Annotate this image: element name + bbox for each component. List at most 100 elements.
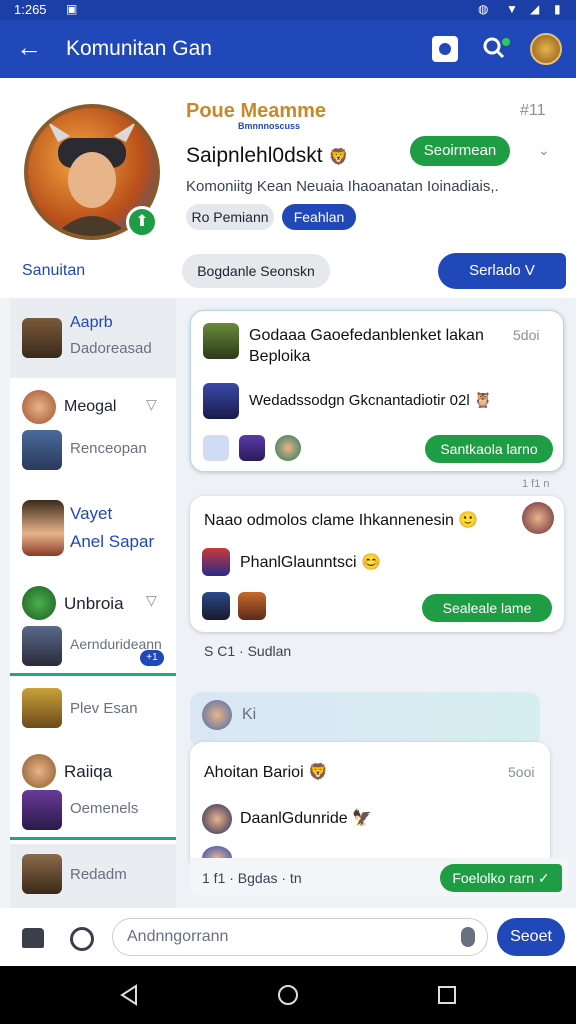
post-time: 5doi — [513, 327, 540, 343]
vibrate-icon: ◍ — [478, 2, 489, 16]
message-input-placeholder: Andnngorrann — [127, 928, 229, 945]
list-item-title: Plev Esan — [70, 700, 138, 717]
profile-chip-blue[interactable]: Feahlan — [282, 204, 356, 230]
follow-button[interactable]: Seoirmean — [410, 136, 510, 166]
list-item-avatar — [22, 500, 64, 556]
list-item-avatar — [22, 854, 62, 894]
post-card[interactable]: Godaaa Gaoefedanblenket lakan Beploika 5… — [190, 310, 564, 472]
conversation-list: Aaprb Dadoreasad Meogal ▽ Renceopan Vaye… — [10, 298, 176, 908]
post-time: 5ooi — [508, 764, 535, 780]
post-action-button[interactable]: Santkaola larno — [425, 435, 553, 463]
status-bar: 1:265 ▣ ◍ ▼ ◢ ▮ — [0, 0, 576, 20]
list-item-thumbnail — [22, 790, 62, 830]
list-item-subtitle: Dadoreasad — [70, 340, 152, 357]
post-title-text: Naao odmolos clame Ihkannenesin — [204, 512, 454, 529]
recents-nav-icon[interactable] — [436, 984, 458, 1006]
attachment-thumbnail[interactable] — [239, 435, 265, 461]
post-line: Wedadssodgn Gkcnantadiotir 02l 🦉 — [249, 391, 493, 409]
list-item-title: Meogal — [64, 398, 117, 415]
profile-tag: #11 — [520, 102, 546, 119]
post-avatar — [522, 502, 554, 534]
post-footer: 1 f1 · Bgdas · tn Foelolko rarn ✓ — [190, 858, 568, 896]
post-thumbnail — [203, 383, 239, 419]
send-button[interactable]: Seoet — [497, 918, 565, 956]
camera-icon[interactable] — [432, 36, 458, 62]
post-action-button[interactable]: Foelolko rarn ✓ — [440, 864, 562, 892]
list-item-title: Raiiqa — [64, 762, 113, 781]
profile-header: ⬆ Poue Meamme Bmnnnoscuss #11 Saipnlehl0… — [0, 78, 576, 298]
emoji-picker-icon[interactable] — [70, 927, 94, 951]
list-item-thumbnail — [22, 430, 62, 470]
home-nav-icon[interactable] — [277, 984, 299, 1006]
list-item-avatar — [22, 318, 62, 358]
post-title: Ahoitan Barioi 🦁 — [204, 762, 328, 782]
post-card[interactable]: Ahoitan Barioi 🦁 5ooi DaanlGdunride 🦅 — [190, 742, 550, 870]
home-icon[interactable] — [22, 928, 44, 948]
tab-sanuitan[interactable]: Sanuitan — [22, 262, 85, 280]
list-item[interactable]: Redadm — [10, 844, 176, 908]
search-icon[interactable] — [482, 36, 510, 62]
notification-icon: ▣ — [66, 2, 78, 16]
list-item-avatar — [22, 688, 62, 728]
attachment-avatar[interactable] — [275, 435, 301, 461]
attachment-thumbnail[interactable] — [238, 592, 266, 620]
post-title: Godaaa Gaoefedanblenket lakan Beploika — [249, 327, 484, 365]
list-item-avatar — [22, 390, 56, 424]
online-upgrade-badge: ⬆ — [126, 206, 158, 238]
post-line-text: Wedadssodgn Gkcnantadiotir 02l — [249, 392, 470, 409]
profile-chip-grey[interactable]: Ro Pemiann — [186, 204, 274, 230]
list-item[interactable]: Plev Esan — [10, 680, 176, 744]
attachment-thumbnail[interactable] — [202, 592, 230, 620]
reaction-emoji-icon: 🦁 — [328, 149, 349, 166]
profile-description: Komoniitg Kean Neuaia Ihaoanatan Ioinadi… — [186, 178, 499, 195]
profile-username: Saipnlehl0dskt 🦁 — [186, 144, 348, 168]
list-item[interactable]: Unbroia ▽ Aerndurideann +1 — [10, 580, 176, 676]
separator-time: 1 f1 n — [522, 478, 550, 490]
post-title: Naao odmolos clame Ihkannenesin 🙂 — [204, 510, 478, 530]
post-thumbnail — [202, 548, 230, 576]
list-item-subtitle: Anel Sapar — [70, 532, 155, 551]
unread-count-badge: +1 — [140, 650, 164, 666]
tab-serlado[interactable]: Serlado V — [438, 253, 566, 289]
thread-avatar — [202, 700, 232, 730]
microphone-icon[interactable] — [461, 927, 475, 947]
app-title: Komunitan Gan — [66, 37, 212, 60]
thread-header[interactable]: Ki — [190, 692, 540, 748]
emoji-icon: 🦅 — [352, 810, 372, 827]
post-card[interactable]: Naao odmolos clame Ihkannenesin 🙂 PhanlG… — [190, 496, 564, 632]
list-item-title: Unbroia — [64, 594, 124, 613]
post-title-text: Ahoitan Barioi — [204, 764, 304, 781]
list-item[interactable]: Meogal ▽ Renceopan — [10, 382, 176, 478]
username-text: Saipnlehl0dskt — [186, 144, 323, 167]
list-item[interactable]: Aaprb Dadoreasad — [10, 298, 176, 378]
list-item[interactable]: Vayet Anel Sapar — [10, 490, 176, 574]
chevron-down-icon[interactable]: ⌄ — [538, 142, 550, 159]
list-item[interactable]: Raiiqa Oemenels — [10, 748, 176, 840]
wifi-icon: ▼ — [506, 2, 518, 16]
chevron-down-icon[interactable]: ▽ — [146, 592, 157, 609]
emoji-icon: 🙂 — [458, 512, 479, 529]
back-nav-icon[interactable] — [118, 984, 140, 1006]
user-avatar[interactable] — [530, 33, 562, 65]
emoji-icon: 🦁 — [308, 764, 328, 781]
post-line: DaanlGdunride 🦅 — [240, 808, 372, 828]
back-arrow-icon[interactable]: ← — [16, 33, 42, 61]
emoji-icon: 😊 — [360, 554, 381, 571]
post-action-button[interactable]: Sealeale lame — [422, 594, 552, 622]
list-item-avatar — [22, 754, 56, 788]
list-item-thumbnail — [22, 626, 62, 666]
tab-bogdanle[interactable]: Bogdanle Seonskn — [182, 254, 330, 288]
profile-name: Poue Meamme — [186, 100, 327, 122]
post-line-text: DaanlGdunride — [240, 810, 348, 827]
chevron-down-icon[interactable]: ▽ — [146, 396, 157, 413]
system-nav-bar — [0, 966, 576, 1024]
emoji-icon: 🦉 — [473, 392, 493, 409]
list-item-subtitle: Renceopan — [70, 440, 147, 457]
image-icon[interactable] — [203, 435, 229, 461]
message-input[interactable]: Andnngorrann — [112, 918, 488, 956]
post-footer-text: 1 f1 · Bgdas · tn — [202, 870, 302, 886]
post-line-text: PhanlGlaunntsci — [240, 554, 357, 571]
profile-subtitle: Bmnnnoscuss — [238, 121, 301, 131]
battery-icon: ▮ — [554, 2, 561, 16]
status-time: 1:265 — [14, 2, 47, 17]
